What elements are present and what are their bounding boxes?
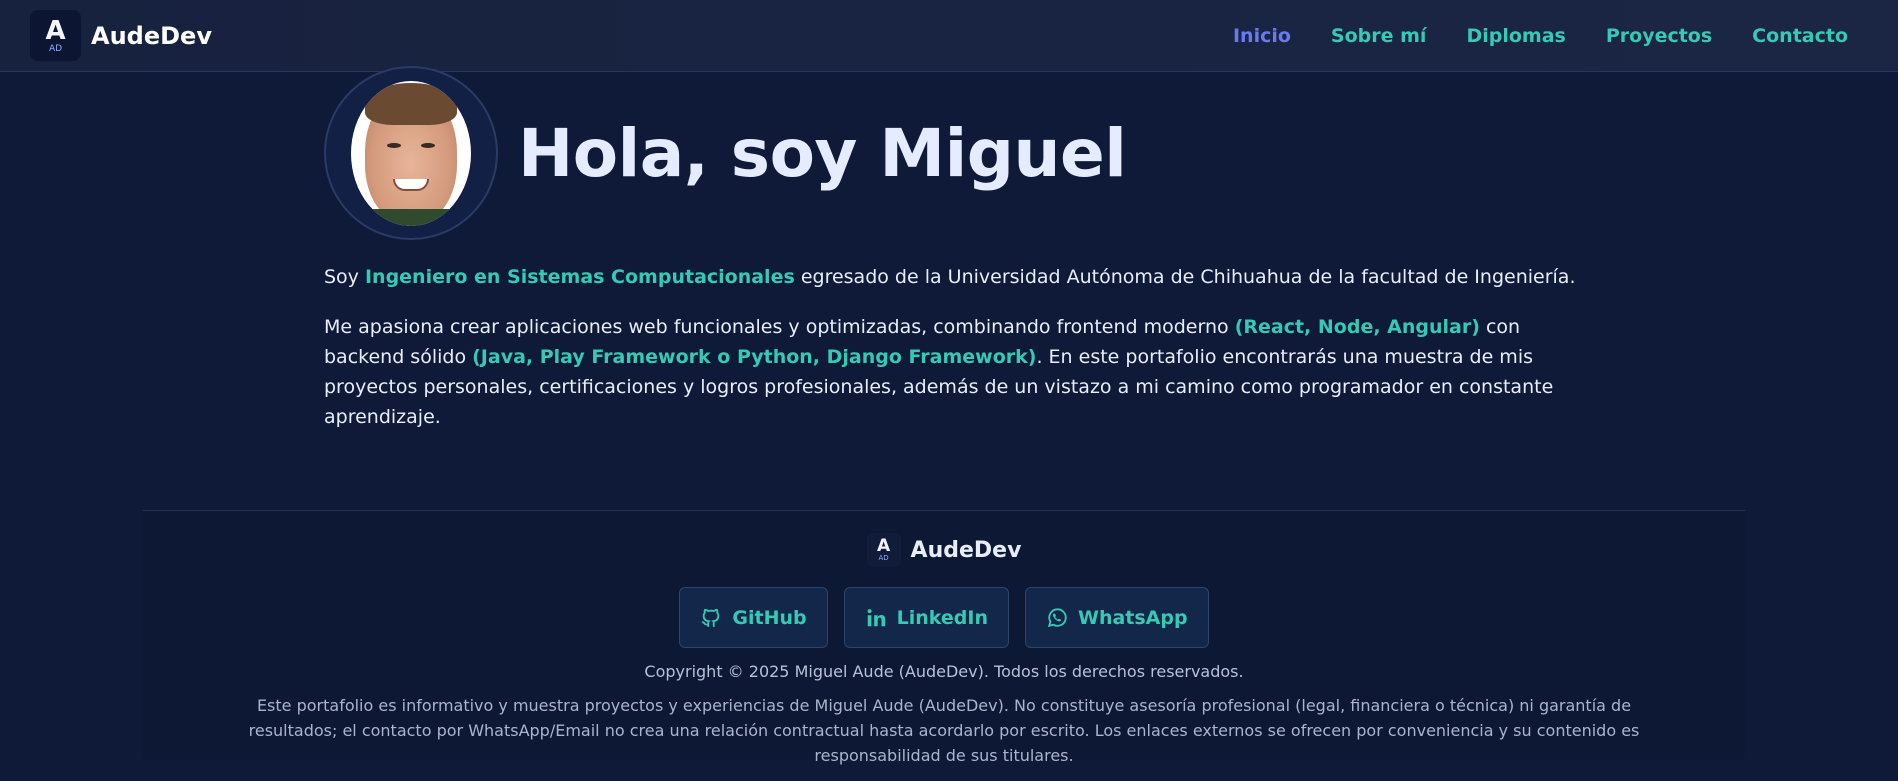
nav-link-sobre-mi[interactable]: Sobre mí <box>1331 25 1427 47</box>
frontend-highlight: (React, Node, Angular) <box>1234 316 1480 338</box>
brand[interactable]: A AD AudeDev <box>30 10 212 61</box>
hero-header: Hola, soy Miguel <box>324 66 1584 240</box>
whatsapp-icon <box>1047 607 1067 627</box>
intro-paragraph: Soy Ingeniero en Sistemas Computacionale… <box>324 266 1576 288</box>
brand-name: AudeDev <box>91 21 212 50</box>
footer-brand: A AD AudeDev <box>143 533 1745 567</box>
page-title: Hola, soy Miguel <box>518 114 1127 192</box>
github-button[interactable]: GitHub <box>679 587 828 648</box>
disclaimer-text: Este portafolio es informativo y muestra… <box>248 696 1640 765</box>
linkedin-button[interactable]: LinkedIn <box>843 587 1009 648</box>
avatar <box>324 66 498 240</box>
nav-link-diplomas[interactable]: Diplomas <box>1466 25 1565 47</box>
footer-brand-name: AudeDev <box>910 537 1022 563</box>
degree-highlight: Ingeniero en Sistemas Computacionales <box>364 266 795 288</box>
description-paragraph: Me apasiona crear aplicaciones web funci… <box>324 316 1554 428</box>
github-icon <box>702 608 720 627</box>
social-links: GitHub LinkedIn WhatsApp <box>143 587 1745 648</box>
footer-logo-icon: A AD <box>866 533 901 567</box>
logo-icon: A AD <box>30 10 81 61</box>
footer: A AD AudeDev GitHub LinkedIn WhatsApp Co… <box>143 510 1745 765</box>
navbar: A AD AudeDev Inicio Sobre mí Diplomas Pr… <box>0 0 1898 72</box>
hero-section: Hola, soy Miguel Soy Ingeniero en Sistem… <box>324 66 1584 432</box>
backend-highlight: (Java, Play Framework o Python, Django F… <box>472 346 1037 368</box>
whatsapp-button[interactable]: WhatsApp <box>1024 587 1209 648</box>
nav-link-proyectos[interactable]: Proyectos <box>1606 25 1712 47</box>
nav-link-inicio[interactable]: Inicio <box>1233 25 1291 47</box>
linkedin-icon <box>867 608 885 626</box>
profile-photo <box>351 80 471 226</box>
nav-link-contacto[interactable]: Contacto <box>1752 25 1848 47</box>
copyright-text: Copyright © 2025 Miguel Aude (AudeDev). … <box>644 662 1244 681</box>
main-nav: Inicio Sobre mí Diplomas Proyectos Conta… <box>1233 25 1848 47</box>
